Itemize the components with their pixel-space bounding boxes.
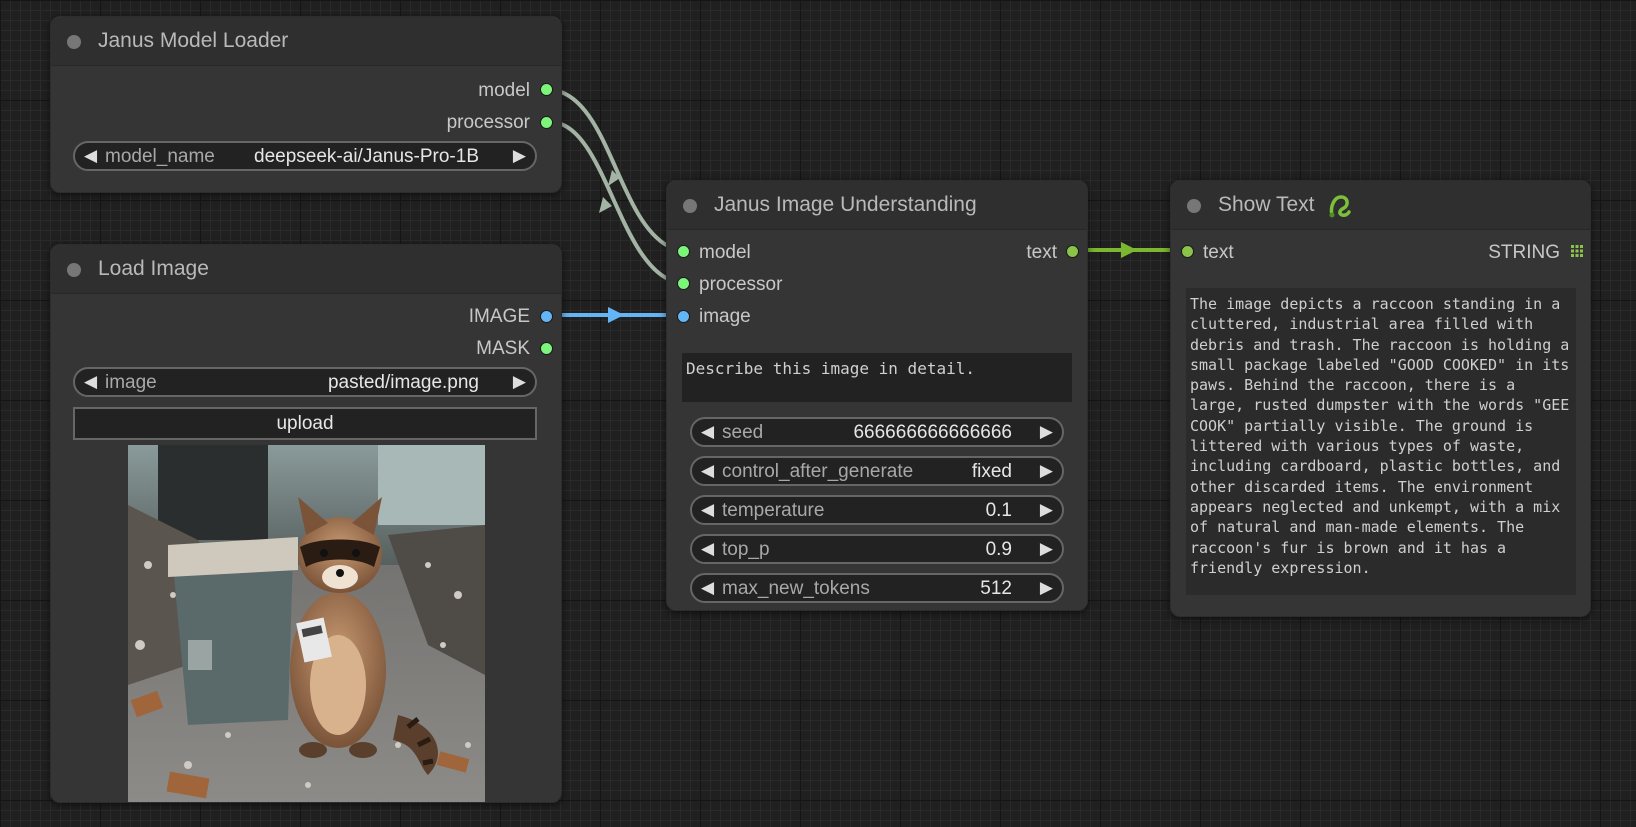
output-slot-processor[interactable] <box>540 116 553 129</box>
node-janus-image-understanding[interactable]: Janus Image Understanding model processo… <box>666 180 1088 611</box>
increment-arrow-icon[interactable]: ▶ <box>1040 461 1053 481</box>
image-preview <box>128 445 485 802</box>
input-slot-processor[interactable] <box>677 277 690 290</box>
widget-name: seed <box>722 422 764 443</box>
increment-arrow-icon[interactable]: ▶ <box>1040 539 1053 559</box>
prompt-textarea[interactable]: Describe this image in detail. <box>682 353 1072 402</box>
output-label-model: model <box>478 80 530 101</box>
input-slot-model[interactable] <box>677 245 690 258</box>
top-p-widget[interactable]: ◀ top_p 0.9 ▶ <box>690 534 1064 564</box>
increment-arrow-icon[interactable]: ▶ <box>1040 578 1053 598</box>
model-name-combo[interactable]: ◀ model_name deepseek-ai/Janus-Pro-1B ▶ <box>73 141 537 171</box>
widget-value: pasted/image.png <box>327 372 479 393</box>
upload-button[interactable]: upload <box>73 407 537 440</box>
output-label-text: text <box>1026 242 1057 263</box>
grid-icon[interactable] <box>1571 245 1583 257</box>
node-header[interactable]: Janus Image Understanding <box>667 181 1087 230</box>
seed-widget[interactable]: ◀ seed 666666666666666 ▶ <box>690 417 1064 447</box>
widget-name: max_new_tokens <box>722 578 870 599</box>
widget-value: 0.1 <box>985 500 1012 521</box>
widget-name: top_p <box>722 539 770 560</box>
node-title: Load Image <box>98 257 209 280</box>
output-label-image: IMAGE <box>468 306 530 327</box>
widget-name: temperature <box>722 500 825 521</box>
node-header[interactable]: Janus Model Loader <box>51 17 561 66</box>
widget-value: fixed <box>971 461 1012 482</box>
widget-name: model_name <box>105 146 215 167</box>
output-slot-image[interactable] <box>540 310 553 323</box>
output-slot-mask[interactable] <box>540 342 553 355</box>
increment-arrow-icon[interactable]: ▶ <box>1040 500 1053 520</box>
node-janus-model-loader[interactable]: Janus Model Loader model processor ◀ mod… <box>50 16 562 193</box>
node-header[interactable]: Show Text <box>1171 181 1590 230</box>
link-processor[interactable] <box>560 122 669 281</box>
output-label-processor: processor <box>446 112 530 133</box>
input-slot-image[interactable] <box>677 310 690 323</box>
collapse-dot-icon[interactable] <box>67 263 81 277</box>
image-combo[interactable]: ◀ image pasted/image.png ▶ <box>73 367 537 397</box>
decrement-arrow-icon[interactable]: ◀ <box>701 578 714 598</box>
output-label-mask: MASK <box>476 338 530 359</box>
decrement-arrow-icon[interactable]: ◀ <box>701 422 714 442</box>
increment-arrow-icon[interactable]: ▶ <box>513 372 526 392</box>
input-label-processor: processor <box>699 274 783 295</box>
input-slot-text[interactable] <box>1181 245 1194 258</box>
output-slot-model[interactable] <box>540 83 553 96</box>
widget-value: 0.9 <box>985 539 1012 560</box>
node-show-text[interactable]: Show Text text STRING The image depicts … <box>1170 180 1591 617</box>
collapse-dot-icon[interactable] <box>683 199 697 213</box>
snake-logo-icon <box>1329 195 1351 218</box>
decrement-arrow-icon[interactable]: ◀ <box>701 500 714 520</box>
link-image[interactable] <box>561 307 668 323</box>
node-title: Janus Image Understanding <box>714 193 977 216</box>
increment-arrow-icon[interactable]: ▶ <box>1040 422 1053 442</box>
widget-value: 512 <box>980 578 1012 599</box>
max-new-tokens-widget[interactable]: ◀ max_new_tokens 512 ▶ <box>690 573 1064 603</box>
increment-arrow-icon[interactable]: ▶ <box>513 146 526 166</box>
widget-value: deepseek-ai/Janus-Pro-1B <box>254 146 479 167</box>
output-text-area[interactable]: The image depicts a raccoon standing in … <box>1186 288 1576 595</box>
decrement-arrow-icon[interactable]: ◀ <box>84 146 97 166</box>
widget-name: image <box>105 372 157 393</box>
collapse-dot-icon[interactable] <box>67 35 81 49</box>
input-label-model: model <box>699 242 751 263</box>
decrement-arrow-icon[interactable]: ◀ <box>701 461 714 481</box>
widget-name: control_after_generate <box>722 461 914 482</box>
temperature-widget[interactable]: ◀ temperature 0.1 ▶ <box>690 495 1064 525</box>
collapse-dot-icon[interactable] <box>1187 199 1201 213</box>
decrement-arrow-icon[interactable]: ◀ <box>84 372 97 392</box>
input-label-text: text <box>1203 242 1234 263</box>
node-header[interactable]: Load Image <box>51 245 561 294</box>
control-after-generate-widget[interactable]: ◀ control_after_generate fixed ▶ <box>690 456 1064 486</box>
node-title: Show Text <box>1218 193 1315 216</box>
input-label-image: image <box>699 306 751 327</box>
link-text[interactable] <box>1072 242 1184 258</box>
output-label-string: STRING <box>1488 242 1560 263</box>
node-load-image[interactable]: Load Image IMAGE MASK ◀ image pasted/ima… <box>50 244 562 803</box>
decrement-arrow-icon[interactable]: ◀ <box>701 539 714 559</box>
link-model[interactable] <box>560 90 669 248</box>
node-title: Janus Model Loader <box>98 29 289 52</box>
output-slot-text[interactable] <box>1066 245 1079 258</box>
widget-value: 666666666666666 <box>853 422 1012 443</box>
